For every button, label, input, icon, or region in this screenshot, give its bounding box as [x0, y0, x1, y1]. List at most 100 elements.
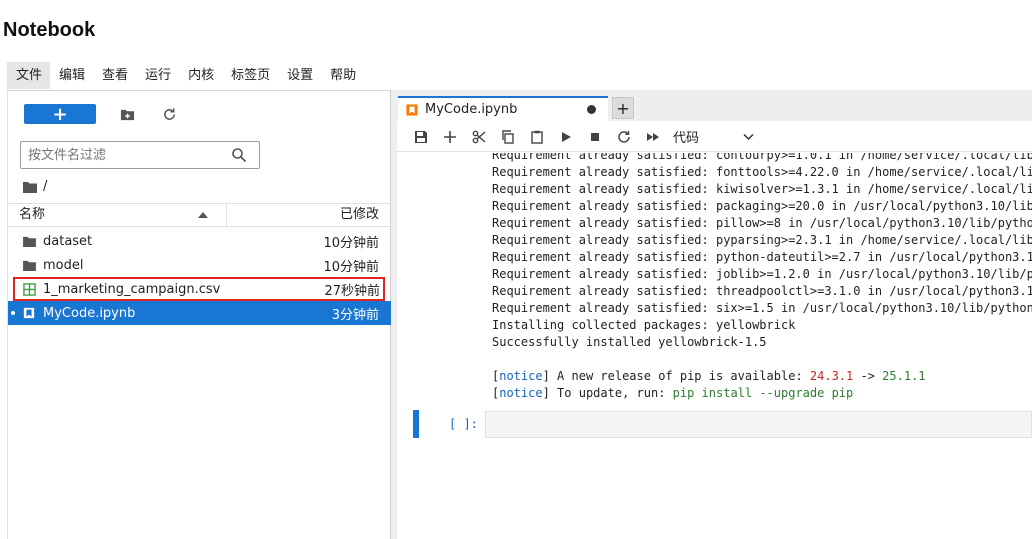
column-name-header[interactable]: 名称 — [8, 204, 227, 226]
file-modified: 10分钟前 — [323, 235, 379, 251]
new-folder-icon — [120, 109, 134, 120]
output-text: Successfully installed yellowbrick-1.5 — [492, 335, 767, 349]
output-text: notice — [499, 369, 543, 383]
file-browser-toolbar: + — [24, 103, 180, 125]
file-list: dataset 10分钟前 model 10分钟前 1_marketing_ca… — [8, 229, 391, 325]
sort-ascending-icon — [198, 212, 208, 218]
column-name-label: 名称 — [19, 207, 46, 222]
menu-file[interactable]: 文件 — [7, 62, 51, 89]
file-name: MyCode.ipynb — [43, 305, 136, 321]
menu-help[interactable]: 帮助 — [321, 62, 364, 89]
app-title: Notebook — [3, 19, 96, 41]
save-button[interactable] — [406, 126, 435, 148]
output-line: Requirement already satisfied: pyparsing… — [492, 232, 1032, 249]
menu-kernel[interactable]: 内核 — [179, 62, 222, 89]
save-icon — [414, 130, 427, 143]
file-modified: 3分钟前 — [331, 307, 379, 323]
new-launcher-button[interactable]: + — [24, 104, 96, 125]
search-icon — [232, 148, 247, 163]
code-cell-editor[interactable] — [485, 411, 1032, 438]
output-line: Requirement already satisfied: joblib>=1… — [492, 266, 1032, 283]
spreadsheet-icon — [22, 282, 36, 296]
folder-icon[interactable] — [23, 181, 37, 193]
output-text: notice — [499, 386, 543, 400]
list-item[interactable]: model 10分钟前 — [8, 253, 391, 277]
copy-button[interactable] — [493, 126, 522, 148]
interrupt-button[interactable] — [580, 126, 609, 148]
file-name: dataset — [43, 233, 93, 249]
folder-icon — [22, 258, 36, 272]
notebook-icon — [22, 306, 36, 320]
breadcrumb-root[interactable]: / — [43, 179, 47, 194]
output-line: Requirement already satisfied: threadpoo… — [492, 283, 1032, 300]
cut-button[interactable] — [464, 126, 493, 148]
restart-run-all-button[interactable] — [638, 126, 667, 148]
cell-type-value: 代码 — [673, 131, 700, 146]
run-button[interactable] — [551, 126, 580, 148]
filter-input[interactable] — [21, 142, 221, 168]
output-text: Requirement already satisfied: packaging… — [492, 199, 1032, 213]
clipboard-icon — [530, 130, 543, 144]
output-line: Requirement already satisfied: contourpy… — [492, 153, 1032, 164]
scissors-icon — [472, 130, 485, 143]
output-line: Requirement already satisfied: packaging… — [492, 198, 1032, 215]
menu-view[interactable]: 查看 — [93, 62, 136, 89]
list-item[interactable]: dataset 10分钟前 — [8, 229, 391, 253]
input-prompt: [ ]: — [449, 417, 478, 431]
cell-output: Requirement already satisfied: contourpy… — [492, 153, 1032, 402]
output-text: pip install --upgrade pip — [672, 386, 854, 400]
output-text: Requirement already satisfied: fonttools… — [492, 165, 1032, 179]
output-text: Requirement already satisfied: joblib>=1… — [492, 267, 1032, 281]
output-line: Successfully installed yellowbrick-1.5 — [492, 334, 1032, 351]
output-text: 24.3.1 — [809, 369, 854, 383]
plus-icon — [443, 130, 456, 143]
output-line: Requirement already satisfied: six>=1.5 … — [492, 300, 1032, 317]
menu-settings[interactable]: 设置 — [278, 62, 321, 89]
output-text: Requirement already satisfied: six>=1.5 … — [492, 301, 1032, 315]
paste-button[interactable] — [522, 126, 551, 148]
file-modified: 27秒钟前 — [324, 283, 380, 299]
tab-mycode[interactable]: MyCode.ipynb — [398, 96, 608, 121]
running-indicator — [11, 311, 15, 315]
output-text: Requirement already satisfied: contourpy… — [492, 153, 1032, 162]
unsaved-indicator-icon[interactable] — [587, 105, 596, 114]
output-text: Installing collected packages: yellowbri… — [492, 318, 796, 332]
tab-bar: MyCode.ipynb + — [397, 90, 1032, 121]
menubar: 文件 编辑 查看 运行 内核 标签页 设置 帮助 — [7, 62, 364, 89]
new-folder-button[interactable] — [116, 103, 138, 125]
list-item[interactable]: MyCode.ipynb 3分钟前 — [8, 301, 391, 325]
insert-cell-button[interactable] — [435, 126, 464, 148]
menu-run[interactable]: 运行 — [136, 62, 179, 89]
output-text: ] A new release of pip is available: — [542, 369, 810, 383]
copy-icon — [501, 129, 514, 144]
output-line: [notice] To update, run: pip install --u… — [492, 385, 1032, 402]
column-modified-header[interactable]: 已修改 — [227, 204, 391, 226]
restart-icon — [617, 130, 630, 143]
cell-type-dropdown[interactable]: 代码 — [673, 127, 754, 146]
output-text: Requirement already satisfied: kiwisolve… — [492, 182, 1032, 196]
output-line: Requirement already satisfied: kiwisolve… — [492, 181, 1032, 198]
output-text: Requirement already satisfied: threadpoo… — [492, 284, 1032, 298]
list-item[interactable]: 1_marketing_campaign.csv 27秒钟前 — [13, 277, 385, 301]
file-list-header: 名称 已修改 — [8, 203, 391, 227]
add-tab-button[interactable]: + — [612, 97, 634, 119]
folder-icon — [22, 234, 36, 248]
notebook-toolbar: 代码 — [397, 122, 1032, 152]
menu-edit[interactable]: 编辑 — [50, 62, 93, 89]
file-modified: 10分钟前 — [323, 259, 379, 275]
file-browser-panel: + / 名称 已修改 dataset 10分钟前 model 10分钟前 — [7, 90, 391, 539]
refresh-icon — [163, 107, 175, 120]
tab-label: MyCode.ipynb — [425, 102, 518, 117]
output-text: -> — [853, 369, 883, 383]
menu-tabs[interactable]: 标签页 — [222, 62, 278, 89]
restart-button[interactable] — [609, 126, 638, 148]
filter-field — [20, 141, 260, 169]
refresh-button[interactable] — [158, 103, 180, 125]
file-name: 1_marketing_campaign.csv — [43, 281, 221, 297]
play-icon — [561, 131, 571, 142]
output-text: ] To update, run: — [542, 386, 673, 400]
output-text: 25.1.1 — [882, 369, 926, 383]
chevron-down-icon — [743, 133, 754, 140]
file-name: model — [43, 257, 84, 273]
